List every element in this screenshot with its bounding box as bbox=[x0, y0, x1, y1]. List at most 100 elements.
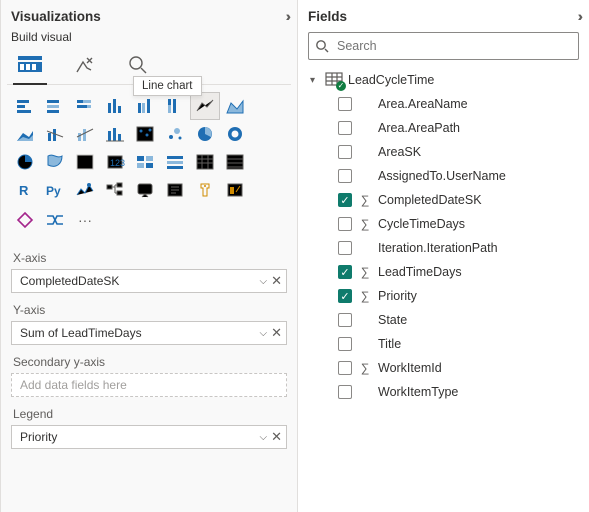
viz-treemap-icon[interactable] bbox=[11, 149, 39, 175]
viz-stacked-column-icon[interactable] bbox=[131, 93, 159, 119]
viz-qna-icon[interactable] bbox=[191, 177, 219, 203]
viz-key-influencers-icon[interactable] bbox=[131, 177, 159, 203]
viz-line-clustered-column-icon[interactable] bbox=[71, 121, 99, 147]
viz-clustered-column-icon[interactable] bbox=[101, 93, 129, 119]
field-row[interactable]: ∑Area.AreaName bbox=[306, 92, 581, 116]
viz-pie-icon[interactable] bbox=[191, 121, 219, 147]
viz-more-icon[interactable]: ··· bbox=[71, 209, 99, 231]
yaxis-remove-icon[interactable]: ✕ bbox=[271, 325, 282, 341]
field-name: WorkItemId bbox=[378, 361, 442, 375]
collapse-viz-icon[interactable]: ›› bbox=[286, 8, 287, 24]
field-row[interactable]: ∑Area.AreaPath bbox=[306, 116, 581, 140]
table-row[interactable]: ▾ ✓ LeadCycleTime bbox=[306, 68, 581, 92]
collapse-fields-icon[interactable]: ›› bbox=[578, 8, 579, 24]
field-checkbox[interactable] bbox=[338, 217, 352, 231]
viz-filled-map-icon[interactable] bbox=[71, 149, 99, 175]
yaxis-dropdown-icon[interactable]: ⌵ bbox=[260, 328, 268, 339]
viz-subtitle: Build visual bbox=[7, 30, 291, 50]
visualizations-pane: Visualizations ›› Build visual Line char… bbox=[0, 0, 297, 512]
viz-stacked-area-icon[interactable] bbox=[11, 121, 39, 147]
viz-py-visual-icon[interactable] bbox=[101, 177, 129, 203]
viz-diamond-icon[interactable] bbox=[11, 209, 39, 231]
sigma-icon: ∑ bbox=[359, 265, 371, 279]
viz-clustered-bar-icon[interactable] bbox=[41, 93, 69, 119]
table-name: LeadCycleTime bbox=[348, 73, 434, 87]
field-checkbox[interactable] bbox=[338, 145, 352, 159]
viz-line-stacked-column-icon[interactable] bbox=[41, 121, 69, 147]
viz-decomposition-tree-icon[interactable] bbox=[161, 177, 189, 203]
viz-line-icon[interactable] bbox=[191, 93, 219, 119]
viz-card-icon[interactable] bbox=[161, 149, 189, 175]
sigma-icon: ∑ bbox=[359, 361, 371, 375]
field-checkbox[interactable] bbox=[338, 361, 352, 375]
viz-r-visual-icon[interactable] bbox=[71, 177, 99, 203]
field-checkbox[interactable]: ✓ bbox=[338, 265, 352, 279]
fields-search[interactable] bbox=[308, 32, 579, 60]
viz-map-icon[interactable] bbox=[41, 149, 69, 175]
fields-search-input[interactable] bbox=[335, 38, 572, 54]
field-name: WorkItemType bbox=[378, 385, 458, 399]
legend-value: Priority bbox=[20, 430, 57, 444]
viz-ribbon-icon[interactable] bbox=[101, 121, 129, 147]
fields-title: Fields bbox=[308, 9, 347, 24]
viz-azure-map-icon[interactable]: 123 bbox=[101, 149, 129, 175]
fields-pane: Fields ›› ▾ ✓ LeadCycleTime ∑Area.AreaNa… bbox=[297, 0, 589, 512]
yaxis-well[interactable]: Sum of LeadTimeDays ⌵ ✕ bbox=[11, 321, 287, 345]
xaxis-remove-icon[interactable]: ✕ bbox=[271, 273, 282, 289]
field-row[interactable]: ∑CycleTimeDays bbox=[306, 212, 581, 236]
viz-gauge-icon[interactable] bbox=[131, 149, 159, 175]
sigma-icon: ∑ bbox=[359, 217, 371, 231]
field-row[interactable]: ✓∑Priority bbox=[306, 284, 581, 308]
field-name: AssignedTo.UserName bbox=[378, 169, 506, 183]
viz-matrix-icon[interactable]: R bbox=[11, 177, 39, 203]
field-checkbox[interactable] bbox=[338, 337, 352, 351]
legend-well[interactable]: Priority ⌵ ✕ bbox=[11, 425, 287, 449]
field-row[interactable]: ∑Title bbox=[306, 332, 581, 356]
legend-dropdown-icon[interactable]: ⌵ bbox=[260, 432, 268, 443]
viz-stacked-column-100-icon[interactable] bbox=[161, 93, 189, 119]
tab-format[interactable] bbox=[71, 54, 97, 76]
sigma-icon: ∑ bbox=[359, 193, 371, 207]
viz-stacked-bar-icon[interactable] bbox=[11, 93, 39, 119]
field-row[interactable]: ✓∑LeadTimeDays bbox=[306, 260, 581, 284]
secy-well[interactable]: Add data fields here bbox=[11, 373, 287, 397]
field-checkbox[interactable] bbox=[338, 313, 352, 327]
field-checkbox[interactable] bbox=[338, 385, 352, 399]
viz-flow-icon[interactable] bbox=[41, 209, 69, 231]
viz-area-icon[interactable] bbox=[221, 93, 249, 119]
field-row[interactable]: ∑ WorkItemId bbox=[306, 356, 581, 380]
field-wells: X-axis CompletedDateSK ⌵ ✕ Y-axis Sum of… bbox=[7, 237, 291, 449]
viz-kpi-icon[interactable] bbox=[221, 149, 249, 175]
viz-waterfall-icon[interactable] bbox=[131, 121, 159, 147]
svg-text:123: 123 bbox=[110, 158, 125, 168]
field-row[interactable]: ∑State bbox=[306, 308, 581, 332]
viz-tooltip: Line chart bbox=[133, 76, 202, 96]
field-checkbox[interactable]: ✓ bbox=[338, 289, 352, 303]
field-row[interactable]: ∑Iteration.IterationPath bbox=[306, 236, 581, 260]
legend-remove-icon[interactable]: ✕ bbox=[271, 429, 282, 445]
field-checkbox[interactable]: ✓ bbox=[338, 193, 352, 207]
viz-header: Visualizations ›› bbox=[7, 6, 291, 30]
field-row[interactable]: ∑WorkItemType bbox=[306, 380, 581, 404]
viz-table-icon[interactable]: Py bbox=[41, 177, 69, 203]
field-checkbox[interactable] bbox=[338, 121, 352, 135]
field-checkbox[interactable] bbox=[338, 97, 352, 111]
field-checkbox[interactable] bbox=[338, 169, 352, 183]
field-row[interactable]: ✓∑CompletedDateSK bbox=[306, 188, 581, 212]
viz-scatter-icon[interactable] bbox=[161, 121, 189, 147]
tab-analytics[interactable]: Line chart bbox=[125, 54, 151, 76]
legend-label: Legend bbox=[11, 397, 287, 425]
field-row[interactable]: ∑AssignedTo.UserName bbox=[306, 164, 581, 188]
viz-donut-icon[interactable] bbox=[221, 121, 249, 147]
viz-stacked-bar-100-icon[interactable] bbox=[71, 93, 99, 119]
caret-down-icon: ▾ bbox=[310, 75, 320, 86]
viz-type-grid: 123 RPy bbox=[7, 89, 291, 209]
field-checkbox[interactable] bbox=[338, 241, 352, 255]
xaxis-dropdown-icon[interactable]: ⌵ bbox=[260, 276, 268, 287]
viz-multi-row-card-icon[interactable] bbox=[191, 149, 219, 175]
tab-build-visual[interactable] bbox=[17, 54, 43, 76]
viz-smart-narrative-icon[interactable] bbox=[221, 177, 249, 203]
xaxis-well[interactable]: CompletedDateSK ⌵ ✕ bbox=[11, 269, 287, 293]
field-row[interactable]: ∑AreaSK bbox=[306, 140, 581, 164]
xaxis-value: CompletedDateSK bbox=[20, 274, 119, 288]
